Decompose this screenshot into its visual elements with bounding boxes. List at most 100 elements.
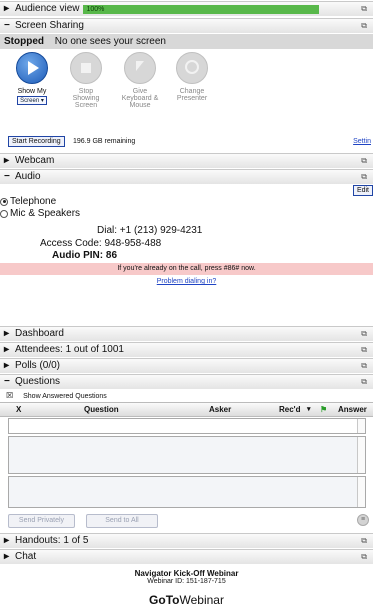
handouts-header[interactable]: ▸ Handouts: 1 of 5 ⧉: [0, 533, 373, 548]
dashboard-header[interactable]: ▸ Dashboard ⧉: [0, 326, 373, 341]
storage-remaining: 196.9 GB remaining: [73, 138, 136, 145]
screen-sharing-header[interactable]: − Screen Sharing ⧉: [0, 18, 373, 33]
flag-icon[interactable]: ⚑: [320, 405, 327, 414]
expanded-icon: −: [4, 171, 10, 182]
answer-textbox[interactable]: [8, 476, 366, 508]
window-controls[interactable]: ⧉: [361, 2, 367, 16]
start-recording-button[interactable]: Start Recording: [8, 136, 65, 147]
audience-progress-bar: 100%: [83, 4, 320, 14]
recording-row: Start Recording 196.9 GB remaining Setti…: [0, 135, 373, 149]
window-controls[interactable]: ⧉: [361, 170, 367, 184]
scrollbar[interactable]: [357, 437, 365, 473]
attendees-title: Attendees: 1 out of 1001: [15, 344, 124, 355]
col-recd[interactable]: Rec'd: [279, 405, 300, 414]
window-controls[interactable]: ⧉: [361, 359, 367, 373]
audience-view-header[interactable]: ▸ Audience view 100% ⧉: [0, 1, 373, 16]
chat-title: Chat: [15, 551, 37, 562]
show-my-screen-button[interactable]: Show My Screen ▾: [7, 52, 57, 105]
collapsed-icon: ▸: [4, 344, 10, 355]
telephone-radio[interactable]: Telephone: [0, 196, 56, 207]
window-controls[interactable]: ⧉: [361, 550, 367, 564]
play-icon: [16, 52, 48, 84]
status-label: Stopped: [4, 36, 44, 47]
screen-select[interactable]: Screen ▾: [17, 96, 47, 105]
col-asker[interactable]: Asker: [209, 405, 231, 414]
col-answer[interactable]: Answer: [338, 405, 367, 414]
audio-header[interactable]: − Audio ⧉: [0, 169, 373, 184]
mic-speakers-label: Mic & Speakers: [10, 208, 81, 219]
stop-icon: [70, 52, 102, 84]
telephone-label: Telephone: [10, 196, 57, 207]
radio-icon: [0, 209, 8, 218]
col-question[interactable]: Question: [84, 405, 119, 414]
cursor-icon: [124, 52, 156, 84]
change-presenter-button[interactable]: Change Presenter: [167, 52, 217, 102]
gotowebinar-logo: GoToWebinar: [0, 593, 373, 607]
window-controls[interactable]: ⧉: [361, 534, 367, 548]
logo-goto: GoTo: [149, 593, 180, 607]
question-list[interactable]: [8, 418, 366, 434]
collapsed-icon: ▸: [4, 328, 10, 339]
audience-view-label: Audience view: [15, 3, 80, 14]
collapsed-icon: ▸: [4, 551, 10, 562]
screen-sharing-title: Screen Sharing: [15, 20, 84, 31]
send-to-all-button[interactable]: Send to All: [86, 514, 158, 528]
progress-text: 100%: [86, 5, 105, 13]
questions-table-header: X Question Asker Rec'd ▾ ⚑ Answer: [0, 402, 373, 417]
options-icon[interactable]: ≡: [357, 514, 369, 526]
status-text: No one sees your screen: [54, 36, 166, 47]
show-answered-row[interactable]: ☒ Show Answered Questions: [0, 391, 373, 402]
dial-number: Dial: +1 (213) 929-4231: [97, 225, 203, 236]
audio-title: Audio: [15, 171, 41, 182]
collapsed-icon: ▸: [4, 155, 10, 166]
settings-link[interactable]: Settin: [353, 138, 371, 145]
give-keyboard-mouse-button[interactable]: Give Keyboard & Mouse: [115, 52, 165, 109]
webinar-title: Navigator Kick-Off Webinar: [134, 569, 239, 578]
mic-speakers-radio[interactable]: Mic & Speakers: [0, 208, 80, 219]
attendees-header[interactable]: ▸ Attendees: 1 out of 1001 ⧉: [0, 342, 373, 357]
col-x[interactable]: X: [16, 405, 21, 414]
audio-pin: Audio PIN: 86: [52, 250, 118, 261]
window-controls[interactable]: ⧉: [361, 327, 367, 341]
send-privately-button[interactable]: Send Privately: [8, 514, 75, 528]
webcam-title: Webcam: [15, 155, 55, 166]
scrollbar[interactable]: [357, 419, 365, 433]
access-code: Access Code: 948-958-488: [40, 238, 162, 249]
webinar-id: Webinar ID: 151-187-715: [147, 578, 226, 585]
questions-title: Questions: [15, 376, 61, 387]
scrollbar[interactable]: [357, 477, 365, 507]
sharing-status-bar: Stopped No one sees your screen: [0, 34, 373, 49]
checkbox-icon[interactable]: ☒: [6, 391, 13, 400]
collapsed-icon: ▸: [4, 3, 10, 14]
logo-webinar: Webinar: [179, 593, 224, 607]
audio-notice: If you're already on the call, press #86…: [0, 263, 373, 275]
window-controls[interactable]: ⧉: [361, 343, 367, 357]
polls-header[interactable]: ▸ Polls (0/0) ⧉: [0, 358, 373, 373]
collapsed-icon: ▸: [4, 535, 10, 546]
give-keyboard-label: Give Keyboard & Mouse: [121, 88, 159, 109]
presenter-icon: [176, 52, 208, 84]
webinar-info: Navigator Kick-Off Webinar Webinar ID: 1…: [0, 569, 373, 585]
window-controls[interactable]: ⧉: [361, 375, 367, 389]
window-controls[interactable]: ⧉: [361, 154, 367, 168]
stop-showing-label: Stop Showing Screen: [72, 88, 100, 109]
stop-showing-button[interactable]: Stop Showing Screen: [61, 52, 111, 109]
expanded-icon: −: [4, 20, 10, 31]
problem-dialing-link[interactable]: Problem dialing in?: [0, 278, 373, 285]
polls-title: Polls (0/0): [15, 360, 61, 371]
handouts-title: Handouts: 1 of 5: [15, 535, 89, 546]
edit-button[interactable]: Edit: [352, 185, 373, 196]
show-answered-label: Show Answered Questions: [23, 393, 107, 400]
show-my-label: Show My: [17, 88, 47, 95]
sort-down-icon[interactable]: ▾: [307, 405, 311, 413]
chat-header[interactable]: ▸ Chat ⧉: [0, 549, 373, 564]
collapsed-icon: ▸: [4, 360, 10, 371]
question-detail: [8, 436, 366, 474]
expanded-icon: −: [4, 376, 10, 387]
radio-selected-icon: [0, 197, 8, 206]
change-presenter-label: Change Presenter: [176, 88, 208, 102]
sharing-tools: Show My Screen ▾ Stop Showing Screen Giv…: [0, 50, 373, 132]
questions-header[interactable]: − Questions ⧉: [0, 374, 373, 389]
webcam-header[interactable]: ▸ Webcam ⧉: [0, 153, 373, 168]
window-controls[interactable]: ⧉: [361, 19, 367, 33]
